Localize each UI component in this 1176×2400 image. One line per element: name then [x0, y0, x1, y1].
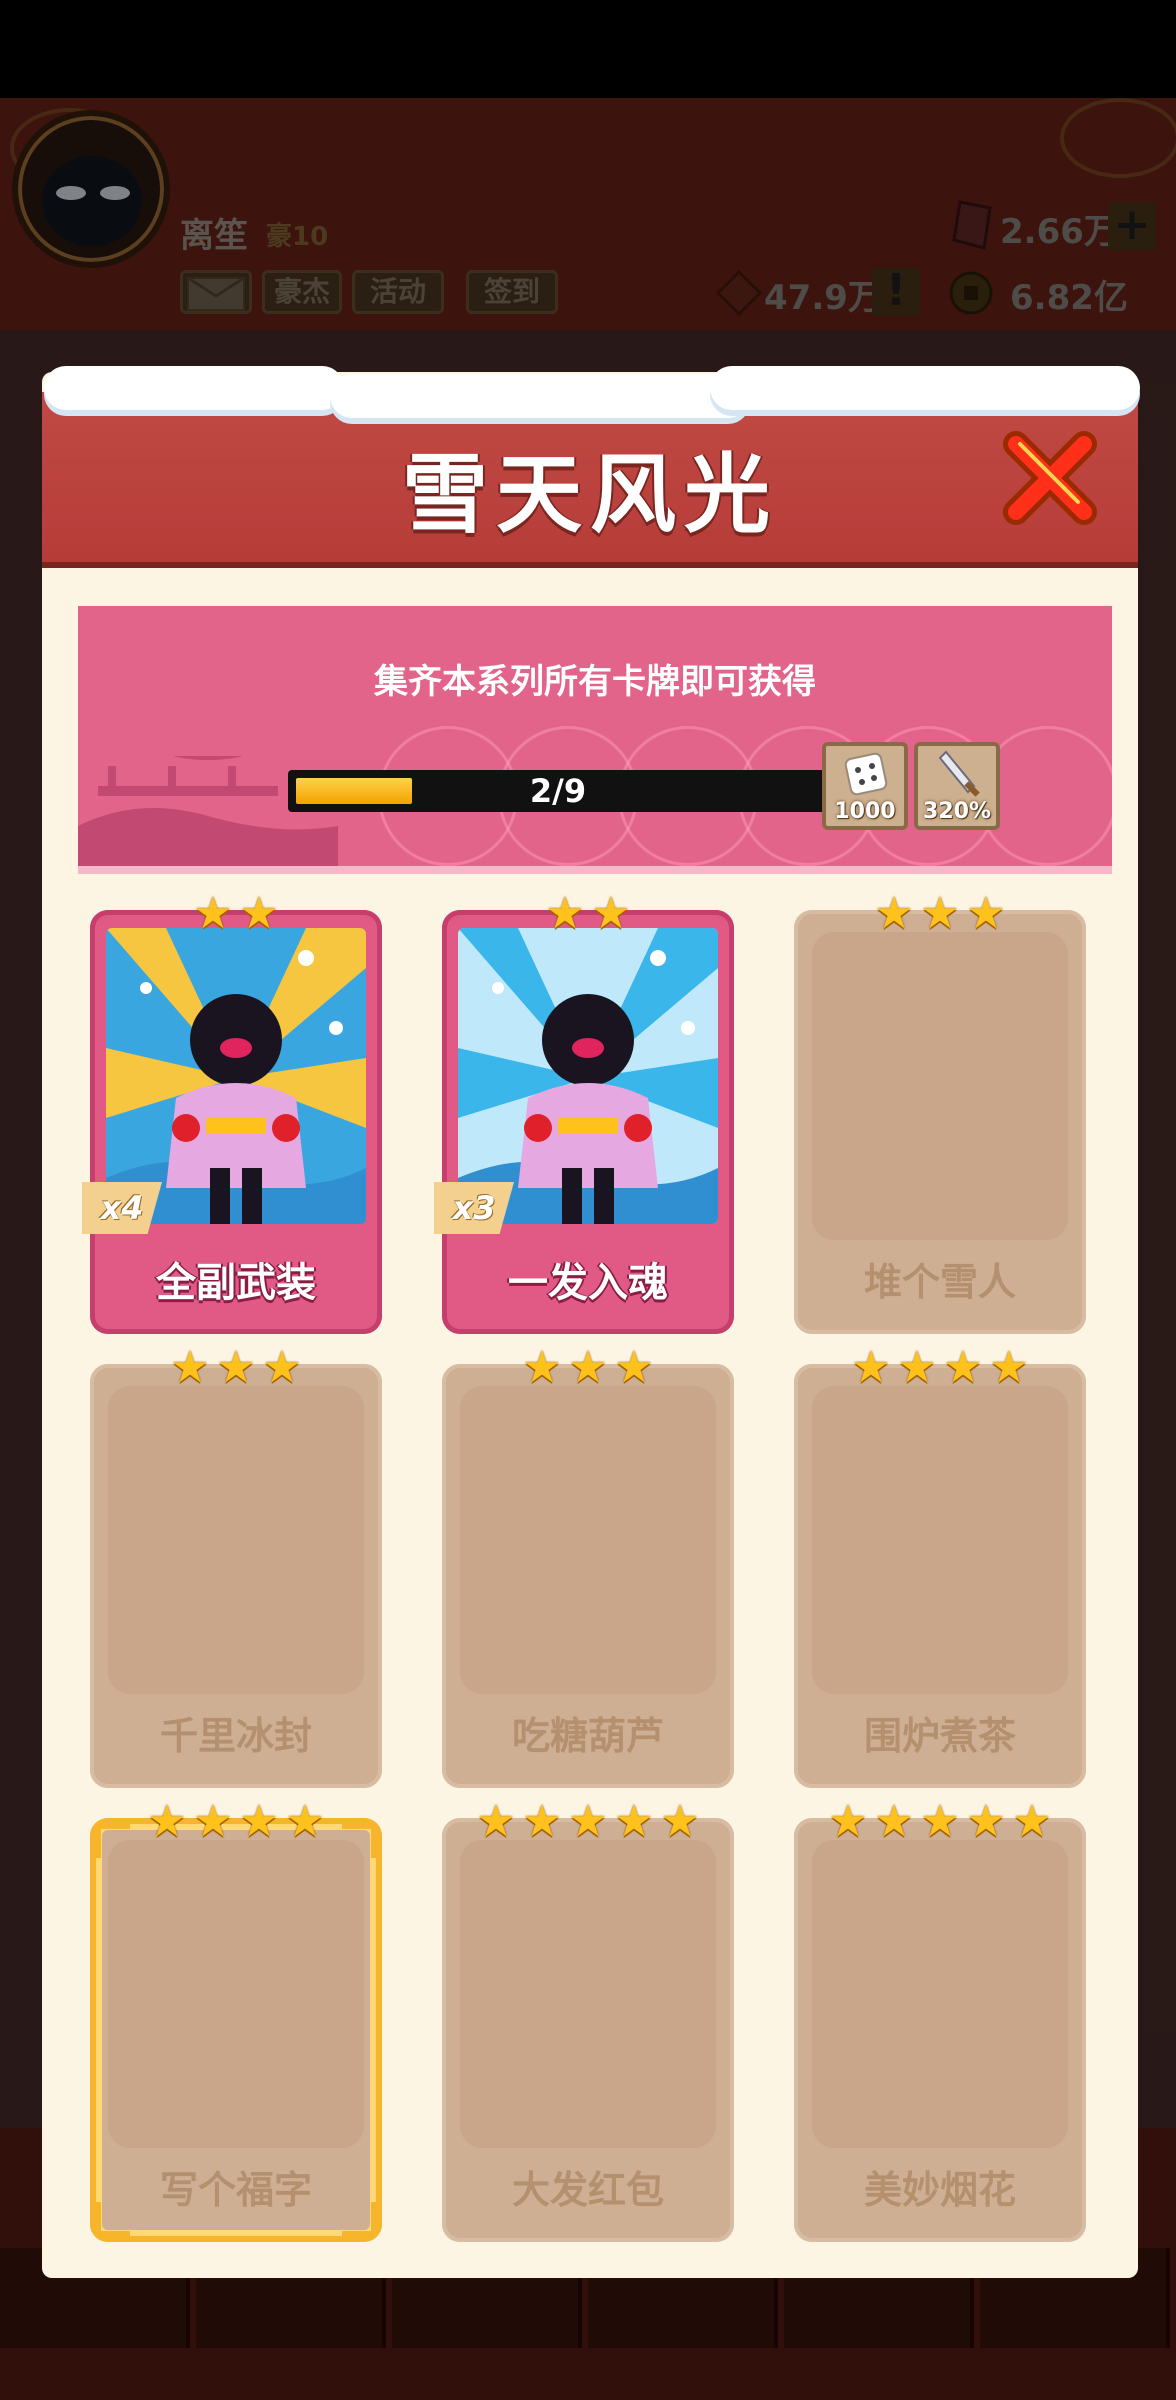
star-icon: ★: [828, 1796, 868, 1847]
card-placeholder: [812, 932, 1068, 1240]
sword-icon: [938, 750, 980, 797]
close-icon[interactable]: [1000, 428, 1100, 528]
star-icon: ★: [216, 1342, 256, 1393]
game-screen: 离笙 豪10 豪杰 活动 签到 2.66万 + 47.9万 ! 6.82亿 雪天…: [0, 0, 1176, 2400]
star-icon: ★: [568, 1796, 608, 1847]
reward-dice[interactable]: 1000: [822, 742, 908, 830]
banner-text: 集齐本系列所有卡牌即可获得: [374, 662, 816, 702]
collection-card[interactable]: 大发红包 ★ ★ ★ ★ ★: [442, 1800, 734, 2242]
card-stars: ★ ★ ★: [442, 1346, 734, 1392]
card-stars: ★ ★ ★: [794, 892, 1086, 938]
card-stars: ★ ★ ★ ★ ★: [794, 1800, 1086, 1846]
collection-card[interactable]: 吃糖葫芦 ★ ★ ★: [442, 1346, 734, 1788]
dice-icon: [844, 752, 888, 796]
star-icon: ★: [522, 1342, 562, 1393]
card-name: 美妙烟花: [863, 2168, 1016, 2212]
card-name: 一发入魂: [508, 1260, 668, 1306]
star-icon: ★: [874, 888, 914, 939]
star-icon: ★: [943, 1342, 983, 1393]
card-stars: ★ ★: [90, 892, 382, 938]
card-name: 大发红包: [511, 2168, 664, 2212]
card-name: 写个福字: [159, 2168, 312, 2212]
reward-label: 320%: [923, 799, 991, 824]
card-artwork: [458, 928, 718, 1224]
collection-card[interactable]: x4 全副武装 ★ ★: [82, 892, 382, 1334]
card-stars: ★ ★ ★ ★ ★: [442, 1800, 734, 1846]
card-name: 堆个雪人: [863, 1260, 1016, 1304]
collection-card[interactable]: 美妙烟花 ★ ★ ★ ★ ★: [794, 1800, 1086, 2242]
star-icon: ★: [568, 1342, 608, 1393]
card-stars: ★ ★ ★ ★: [794, 1346, 1086, 1392]
star-icon: ★: [476, 1796, 516, 1847]
snow-decoration: [710, 366, 1140, 410]
star-icon: ★: [660, 1796, 700, 1847]
star-icon: ★: [170, 1342, 210, 1393]
star-icon: ★: [851, 1342, 891, 1393]
star-icon: ★: [874, 1796, 914, 1847]
progress-text: 2/9: [529, 772, 587, 810]
card-placeholder: [460, 1840, 716, 2148]
star-icon: ★: [897, 1342, 937, 1393]
star-icon: ★: [920, 1796, 960, 1847]
card-name: 千里冰封: [159, 1714, 312, 1758]
star-icon: ★: [522, 1796, 562, 1847]
card-name: 围炉煮茶: [863, 1714, 1016, 1758]
card-name: 吃糖葫芦: [511, 1714, 664, 1758]
collection-reward-banner: 集齐本系列所有卡牌即可获得: [78, 606, 1112, 874]
modal-title: 雪天风光: [402, 445, 778, 545]
card-stars: ★ ★ ★: [90, 1346, 382, 1392]
star-icon: ★: [262, 1342, 302, 1393]
reward-label: 1000: [834, 799, 896, 824]
collection-card[interactable]: x3 一发入魂 ★ ★: [434, 892, 734, 1334]
star-icon: ★: [920, 888, 960, 939]
card-placeholder: [812, 1386, 1068, 1694]
card-placeholder: [108, 1386, 364, 1694]
star-icon: ★: [614, 1796, 654, 1847]
star-icon: ★: [591, 888, 631, 939]
card-artwork: [106, 928, 366, 1224]
star-icon: ★: [966, 888, 1006, 939]
star-icon: ★: [239, 1796, 279, 1847]
star-icon: ★: [239, 888, 279, 939]
collection-progress-bar: 2/9: [288, 770, 828, 812]
star-icon: ★: [285, 1796, 325, 1847]
collection-card[interactable]: 千里冰封 ★ ★ ★: [90, 1346, 382, 1788]
card-placeholder: [812, 1840, 1068, 2148]
star-icon: ★: [989, 1342, 1029, 1393]
collection-card[interactable]: 堆个雪人 ★ ★ ★: [794, 892, 1086, 1334]
star-icon: ★: [1012, 1796, 1052, 1847]
snow-decoration: [330, 374, 750, 418]
card-name: 全副武装: [156, 1260, 316, 1306]
reward-sword[interactable]: 320%: [914, 742, 1000, 830]
star-icon: ★: [966, 1796, 1006, 1847]
collection-card[interactable]: 写个福字 ★ ★ ★ ★: [90, 1800, 382, 2242]
star-icon: ★: [614, 1342, 654, 1393]
card-count-badge: x3: [434, 1182, 514, 1234]
card-stars: ★ ★ ★ ★: [90, 1800, 382, 1846]
snow-decoration: [44, 366, 344, 410]
card-count-badge: x4: [82, 1182, 162, 1234]
card-stars: ★ ★: [442, 892, 734, 938]
card-placeholder: [460, 1386, 716, 1694]
star-icon: ★: [545, 888, 585, 939]
star-icon: ★: [193, 1796, 233, 1847]
collection-card[interactable]: 围炉煮茶 ★ ★ ★ ★: [794, 1346, 1086, 1788]
star-icon: ★: [193, 888, 233, 939]
star-icon: ★: [147, 1796, 187, 1847]
